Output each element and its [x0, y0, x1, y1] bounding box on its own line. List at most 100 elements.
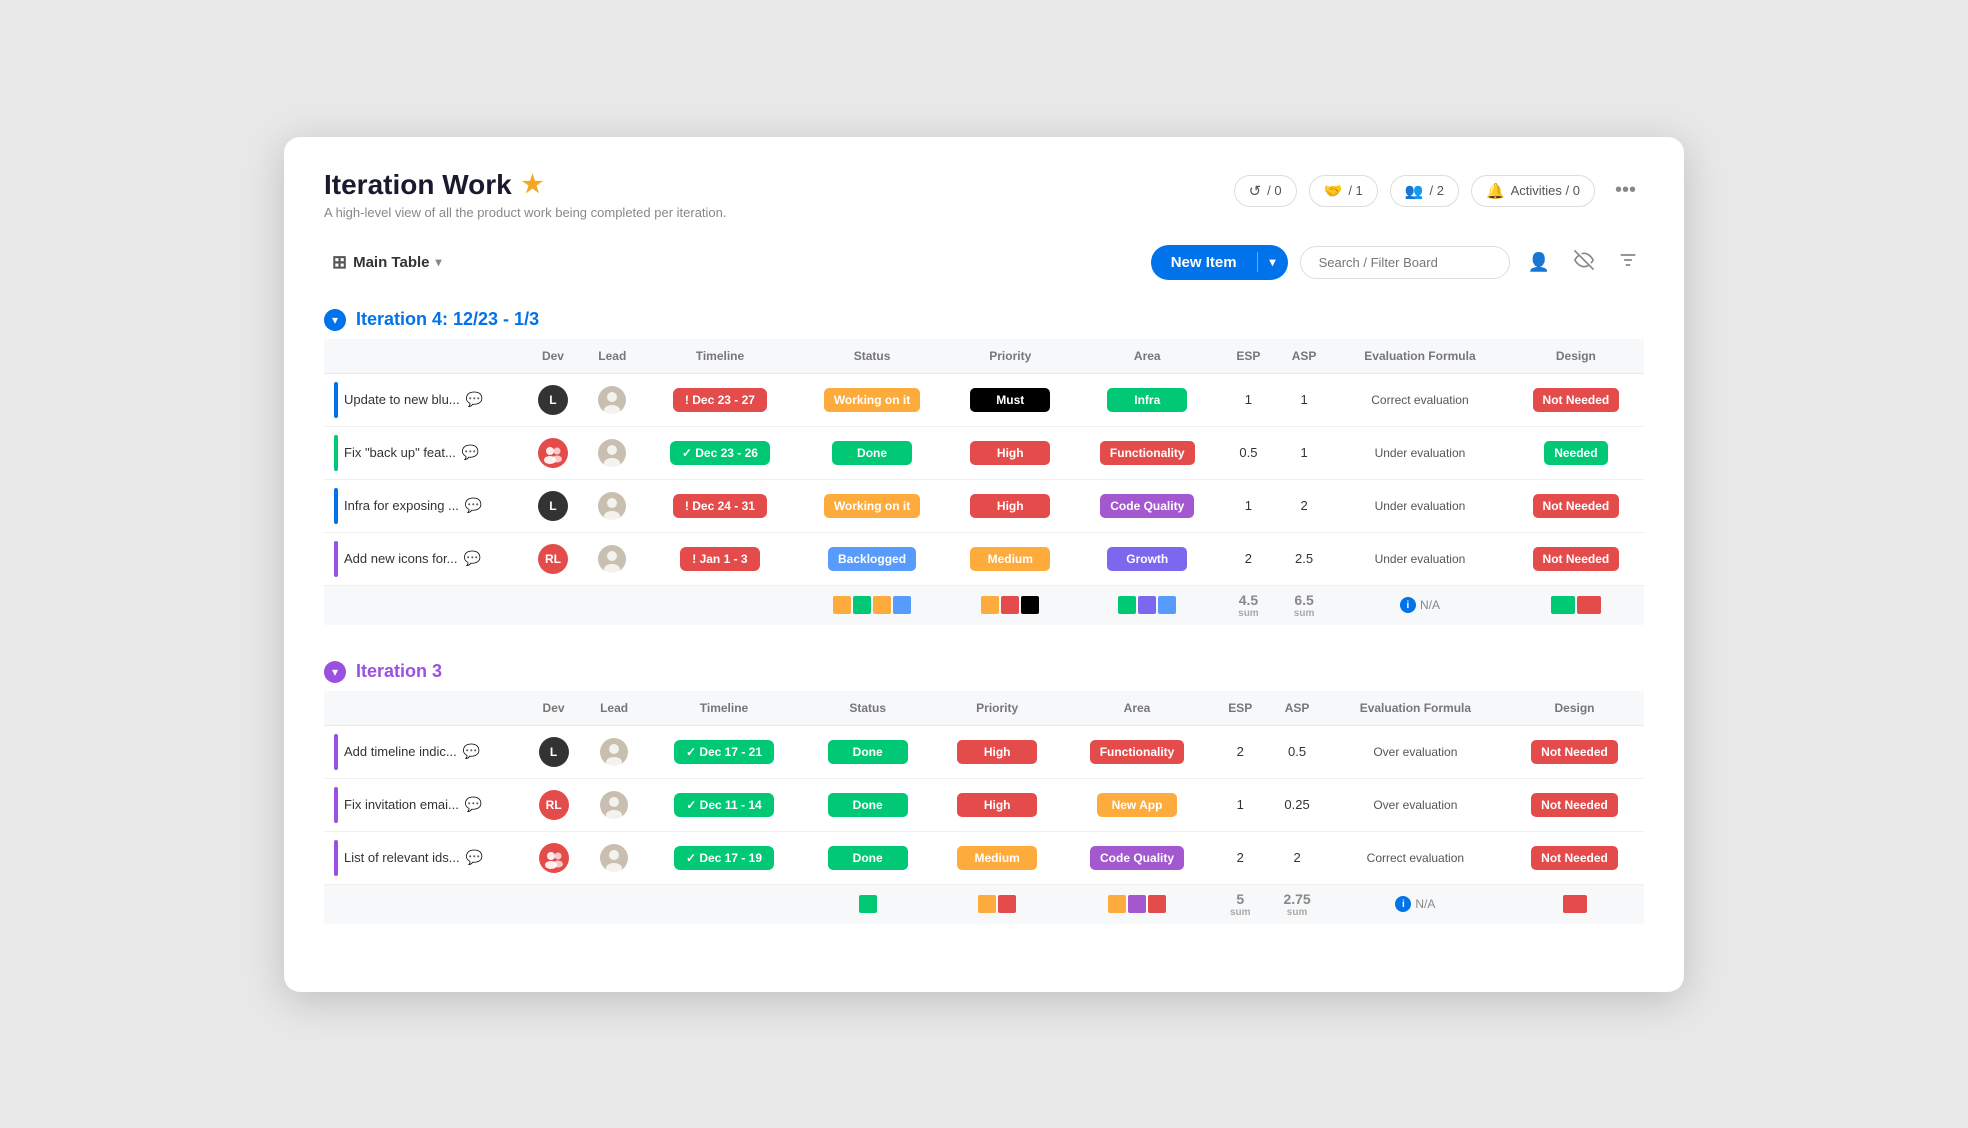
row-name-cell: Add timeline indic... 💬 — [330, 734, 518, 770]
col-timeline: Timeline — [645, 691, 803, 726]
chevron-down-icon: ▾ — [436, 255, 442, 269]
design-cell[interactable]: Not Needed — [1505, 778, 1644, 831]
asp-cell: 2 — [1268, 831, 1325, 884]
priority-cell[interactable]: High — [947, 479, 1074, 532]
timeline-cell[interactable]: ! Dec 24 - 31 — [643, 479, 798, 532]
comment-icon[interactable]: 💬 — [466, 849, 483, 866]
status-badge: Backlogged — [828, 547, 916, 571]
sum-eval: iN/A — [1326, 884, 1505, 924]
page-title: Iteration Work ★ — [324, 169, 727, 201]
lead-cell — [582, 373, 643, 426]
col-lead: Lead — [582, 339, 643, 374]
priority-cell[interactable]: Must — [947, 373, 1074, 426]
esp-cell: 2 — [1212, 831, 1268, 884]
area-cell[interactable]: Functionality — [1074, 426, 1221, 479]
design-cell[interactable]: Not Needed — [1505, 725, 1644, 778]
design-cell[interactable]: Not Needed — [1508, 532, 1644, 585]
comment-icon[interactable]: 💬 — [465, 497, 482, 514]
new-item-button[interactable]: New Item ▾ — [1151, 245, 1288, 280]
sum-dev-empty — [524, 884, 583, 924]
priority-cell[interactable]: Medium — [947, 532, 1074, 585]
row-name-text: Infra for exposing ... — [344, 498, 459, 513]
collab-badge[interactable]: 🤝 / 1 — [1309, 175, 1378, 207]
timeline-cell[interactable]: ! Jan 1 - 3 — [643, 532, 798, 585]
timeline-cell[interactable]: ✓ Dec 11 - 14 — [645, 778, 803, 831]
design-cell[interactable]: Needed — [1508, 426, 1644, 479]
asp-cell: 2.5 — [1276, 532, 1332, 585]
col-area: Area — [1062, 691, 1212, 726]
sum-area — [1074, 585, 1221, 625]
priority-cell[interactable]: High — [932, 778, 1062, 831]
status-cell[interactable]: Done — [803, 778, 933, 831]
star-icon[interactable]: ★ — [522, 170, 544, 199]
col-dev: Dev — [524, 691, 583, 726]
app-container: Iteration Work ★ A high-level view of al… — [284, 137, 1684, 992]
row-color-bar — [334, 382, 338, 418]
area-badge: Growth — [1107, 547, 1187, 571]
col-design: Design — [1508, 339, 1644, 374]
status-cell[interactable]: Done — [803, 725, 933, 778]
area-cell[interactable]: Code Quality — [1062, 831, 1212, 884]
eval-text: Over evaluation — [1373, 745, 1457, 759]
esp-cell: 0.5 — [1221, 426, 1276, 479]
status-badge: Done — [828, 793, 908, 817]
iteration3-title[interactable]: Iteration 3 — [356, 661, 442, 682]
new-item-arrow-icon: ▾ — [1258, 246, 1288, 278]
timeline-cell[interactable]: ✓ Dec 17 - 21 — [645, 725, 803, 778]
status-cell[interactable]: Working on it — [797, 373, 947, 426]
timeline-badge: ! Dec 24 - 31 — [673, 494, 767, 518]
link-badge[interactable]: ↺ / 0 — [1234, 175, 1297, 207]
profile-button[interactable]: 👤 — [1522, 246, 1556, 279]
filter-button[interactable] — [1612, 244, 1644, 281]
main-table-button[interactable]: ⊞ Main Table ▾ — [324, 248, 450, 277]
more-options-button[interactable]: ••• — [1607, 175, 1644, 206]
priority-cell[interactable]: High — [932, 725, 1062, 778]
timeline-cell[interactable]: ! Dec 23 - 27 — [643, 373, 798, 426]
priority-cell[interactable]: High — [947, 426, 1074, 479]
comment-icon[interactable]: 💬 — [463, 743, 480, 760]
table-row: List of relevant ids... 💬 ✓ Dec 17 - 19D… — [324, 831, 1644, 884]
row-color-bar — [334, 488, 338, 524]
area-cell[interactable]: Functionality — [1062, 725, 1212, 778]
design-cell[interactable]: Not Needed — [1508, 373, 1644, 426]
status-badge: Done — [828, 846, 908, 870]
iteration4-toggle[interactable]: ▾ — [324, 309, 346, 331]
search-input[interactable] — [1300, 246, 1510, 279]
area-cell[interactable]: Code Quality — [1074, 479, 1221, 532]
status-badge: Working on it — [824, 494, 920, 518]
table-row: Add timeline indic... 💬 L ✓ Dec 17 - 21D… — [324, 725, 1644, 778]
eval-cell: Over evaluation — [1326, 725, 1505, 778]
activities-badge[interactable]: 🔔 Activities / 0 — [1471, 175, 1595, 207]
status-cell[interactable]: Done — [797, 426, 947, 479]
col-eval: Evaluation Formula — [1326, 691, 1505, 726]
comment-icon[interactable]: 💬 — [466, 391, 483, 408]
sum-esp: 5sum — [1212, 884, 1268, 924]
eye-off-button[interactable] — [1568, 244, 1600, 281]
priority-badge: High — [957, 793, 1037, 817]
area-cell[interactable]: New App — [1062, 778, 1212, 831]
row-name-cell: Fix "back up" feat... 💬 — [330, 435, 518, 471]
status-cell[interactable]: Working on it — [797, 479, 947, 532]
status-cell[interactable]: Done — [803, 831, 933, 884]
status-cell[interactable]: Backlogged — [797, 532, 947, 585]
asp-cell: 2 — [1276, 479, 1332, 532]
priority-badge: High — [957, 740, 1037, 764]
comment-icon[interactable]: 💬 — [462, 444, 479, 461]
iteration3-toggle[interactable]: ▾ — [324, 661, 346, 683]
header: Iteration Work ★ A high-level view of al… — [324, 169, 1644, 220]
comment-icon[interactable]: 💬 — [463, 550, 480, 567]
timeline-cell[interactable]: ✓ Dec 23 - 26 — [643, 426, 798, 479]
area-cell[interactable]: Growth — [1074, 532, 1221, 585]
design-cell[interactable]: Not Needed — [1505, 831, 1644, 884]
sum-area — [1062, 884, 1212, 924]
iteration4-section: ▾ Iteration 4: 12/23 - 1/3 Dev Lead Time… — [324, 309, 1644, 625]
priority-cell[interactable]: Medium — [932, 831, 1062, 884]
comment-icon[interactable]: 💬 — [465, 796, 482, 813]
iteration4-title[interactable]: Iteration 4: 12/23 - 1/3 — [356, 309, 539, 330]
design-cell[interactable]: Not Needed — [1508, 479, 1644, 532]
sum-eval: iN/A — [1332, 585, 1508, 625]
timeline-cell[interactable]: ✓ Dec 17 - 19 — [645, 831, 803, 884]
dev-cell: RL — [524, 778, 583, 831]
people-badge[interactable]: 👥 / 2 — [1390, 175, 1459, 207]
area-cell[interactable]: Infra — [1074, 373, 1221, 426]
